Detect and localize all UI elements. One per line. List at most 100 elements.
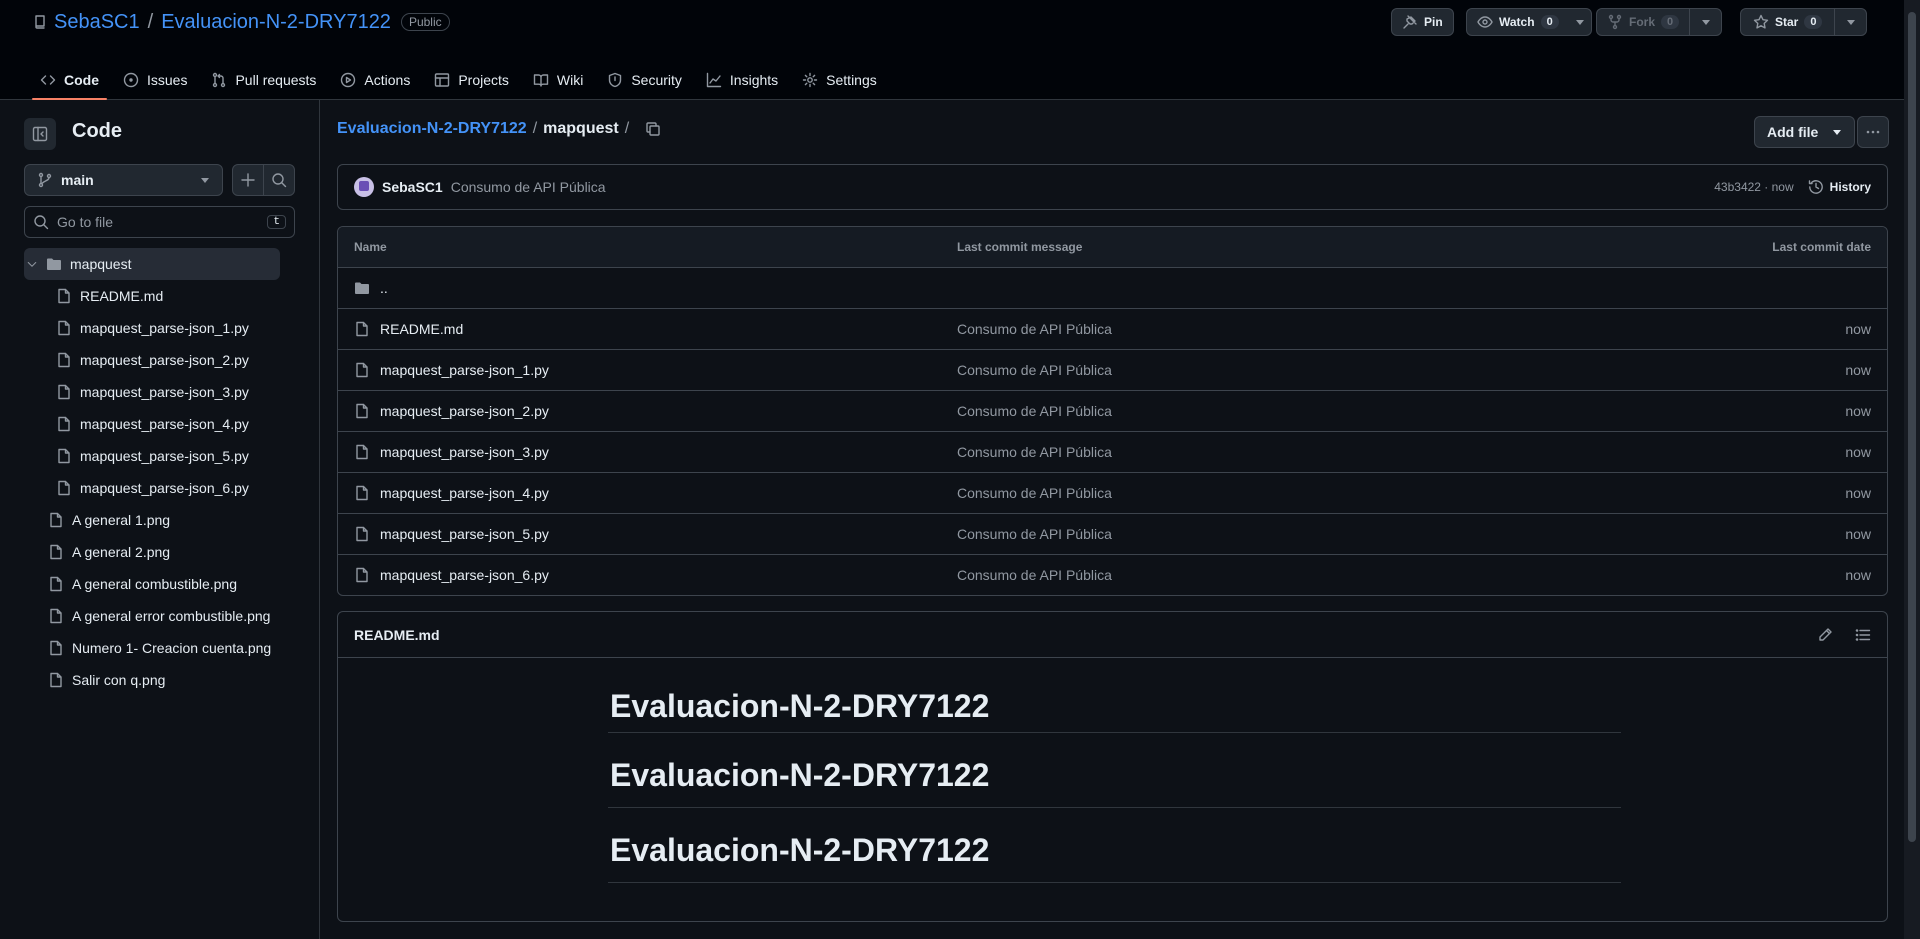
- search-icon: [33, 214, 49, 230]
- edit-pencil-icon[interactable]: [1817, 627, 1833, 643]
- commit-message-link[interactable]: Consumo de API Pública: [957, 485, 1687, 501]
- avatar[interactable]: [354, 177, 374, 197]
- collapse-sidebar-button[interactable]: [24, 118, 56, 150]
- play-icon: [340, 72, 356, 88]
- tab-security[interactable]: Security: [599, 60, 690, 100]
- parent-directory-row[interactable]: ..: [338, 267, 1887, 308]
- commit-author-link[interactable]: SebaSC1: [382, 179, 443, 195]
- tree-file[interactable]: mapquest_parse-json_5.py: [24, 440, 280, 472]
- breadcrumb-repo-link[interactable]: Evaluacion-N-2-DRY7122: [337, 120, 527, 138]
- tree-file[interactable]: A general error combustible.png: [24, 600, 280, 632]
- tree-file[interactable]: mapquest_parse-json_1.py: [24, 312, 280, 344]
- folder-icon: [354, 280, 370, 296]
- tree-folder-mapquest[interactable]: mapquest: [24, 248, 280, 280]
- parent-directory-link[interactable]: ..: [380, 280, 388, 296]
- fork-button[interactable]: Fork 0: [1596, 8, 1723, 36]
- sidebar-collapse-icon: [32, 126, 48, 142]
- commit-hash-time[interactable]: 43b3422 · now: [1714, 180, 1793, 194]
- tab-issues[interactable]: Issues: [115, 60, 195, 100]
- fork-dropdown[interactable]: [1689, 9, 1721, 35]
- graph-icon: [706, 72, 722, 88]
- add-file-tree-button[interactable]: [232, 164, 264, 196]
- kebab-horizontal-icon: [1865, 124, 1881, 140]
- commit-message-link[interactable]: Consumo de API Pública: [957, 321, 1687, 337]
- copy-path-icon[interactable]: [645, 121, 661, 137]
- tree-file[interactable]: mapquest_parse-json_2.py: [24, 344, 280, 376]
- tab-wiki[interactable]: Wiki: [525, 60, 591, 100]
- page-scrollbar[interactable]: [1904, 0, 1920, 939]
- file-name-link[interactable]: mapquest_parse-json_4.py: [380, 485, 549, 501]
- readme-panel: README.md Evaluacion-N-2-DRY7122 Evaluac…: [337, 611, 1888, 922]
- commit-message-link[interactable]: Consumo de API Pública: [957, 362, 1687, 378]
- branch-icon: [37, 172, 53, 188]
- file-icon: [56, 384, 72, 400]
- table-row: README.md Consumo de API Pública now: [338, 308, 1887, 349]
- file-icon: [354, 567, 370, 583]
- tab-projects[interactable]: Projects: [426, 60, 517, 100]
- fork-icon: [1607, 14, 1623, 30]
- go-to-file-placeholder: Go to file: [57, 214, 114, 230]
- readme-filename[interactable]: README.md: [354, 627, 440, 643]
- tree-file[interactable]: Numero 1- Creacion cuenta.png: [24, 632, 280, 664]
- column-header-name: Name: [354, 240, 387, 254]
- search-tree-button[interactable]: [263, 164, 295, 196]
- tree-file[interactable]: mapquest_parse-json_6.py: [24, 472, 280, 504]
- add-file-button[interactable]: Add file: [1754, 116, 1856, 148]
- commit-message-link[interactable]: Consumo de API Pública: [957, 567, 1687, 583]
- file-icon: [56, 352, 72, 368]
- file-name-link[interactable]: mapquest_parse-json_2.py: [380, 403, 549, 419]
- tree-file[interactable]: A general combustible.png: [24, 568, 280, 600]
- tree-file[interactable]: Salir con q.png: [24, 664, 280, 696]
- file-name-link[interactable]: mapquest_parse-json_1.py: [380, 362, 549, 378]
- book-icon: [533, 72, 549, 88]
- history-button[interactable]: History: [1808, 179, 1871, 195]
- watch-dropdown[interactable]: [1569, 9, 1591, 35]
- tab-actions[interactable]: Actions: [332, 60, 418, 100]
- more-options-button[interactable]: [1857, 116, 1889, 148]
- repo-nav: Code Issues Pull requests Actions Projec…: [32, 60, 893, 100]
- file-name-link[interactable]: mapquest_parse-json_5.py: [380, 526, 549, 542]
- latest-commit-bar: SebaSC1 Consumo de API Pública 43b3422 ·…: [337, 164, 1888, 210]
- file-name-link[interactable]: mapquest_parse-json_3.py: [380, 444, 549, 460]
- tree-file[interactable]: mapquest_parse-json_3.py: [24, 376, 280, 408]
- scrollbar-thumb[interactable]: [1908, 12, 1916, 842]
- table-row: mapquest_parse-json_2.py Consumo de API …: [338, 390, 1887, 431]
- watch-button[interactable]: Watch 0: [1466, 8, 1592, 36]
- commit-date: now: [1845, 567, 1871, 583]
- caret-down-icon: [1701, 17, 1711, 27]
- tab-code[interactable]: Code: [32, 60, 107, 100]
- tab-pull-requests[interactable]: Pull requests: [203, 60, 324, 100]
- table-header-row: Name Last commit message Last commit dat…: [338, 227, 1887, 267]
- tab-label: Settings: [826, 72, 877, 88]
- tab-label: Insights: [729, 72, 779, 88]
- file-name-link[interactable]: mapquest_parse-json_6.py: [380, 567, 549, 583]
- commit-message-link[interactable]: Consumo de API Pública: [957, 444, 1687, 460]
- commit-message-link[interactable]: Consumo de API Pública: [957, 403, 1687, 419]
- commit-date: now: [1845, 444, 1871, 460]
- tab-settings[interactable]: Settings: [794, 60, 885, 100]
- pin-button[interactable]: Pin: [1391, 8, 1454, 36]
- tree-file[interactable]: A general 2.png: [24, 536, 280, 568]
- commit-message-link[interactable]: Consumo de API Pública: [957, 526, 1687, 542]
- branch-selector[interactable]: main: [24, 164, 223, 196]
- history-label: History: [1829, 180, 1871, 194]
- commit-date: now: [1845, 526, 1871, 542]
- tree-file[interactable]: README.md: [24, 280, 280, 312]
- commit-message-link[interactable]: Consumo de API Pública: [451, 179, 606, 195]
- star-dropdown[interactable]: [1834, 9, 1866, 35]
- outline-list-icon[interactable]: [1855, 627, 1871, 643]
- breadcrumb-trailing-separator: /: [624, 120, 630, 137]
- go-to-file-input[interactable]: Go to file t: [24, 206, 295, 238]
- repo-name-link[interactable]: Evaluacion-N-2-DRY7122: [161, 11, 391, 34]
- file-icon: [48, 544, 64, 560]
- table-row: mapquest_parse-json_5.py Consumo de API …: [338, 513, 1887, 554]
- repo-owner-link[interactable]: SebaSC1: [54, 11, 140, 34]
- tree-item-label: Salir con q.png: [72, 672, 166, 688]
- tree-file[interactable]: mapquest_parse-json_4.py: [24, 408, 280, 440]
- file-name-link[interactable]: README.md: [380, 321, 463, 337]
- tab-insights[interactable]: Insights: [698, 60, 786, 100]
- breadcrumb-current: mapquest: [543, 120, 619, 137]
- pin-label: Pin: [1424, 15, 1443, 29]
- star-button[interactable]: Star 0: [1740, 8, 1868, 36]
- tree-file[interactable]: A general 1.png: [24, 504, 280, 536]
